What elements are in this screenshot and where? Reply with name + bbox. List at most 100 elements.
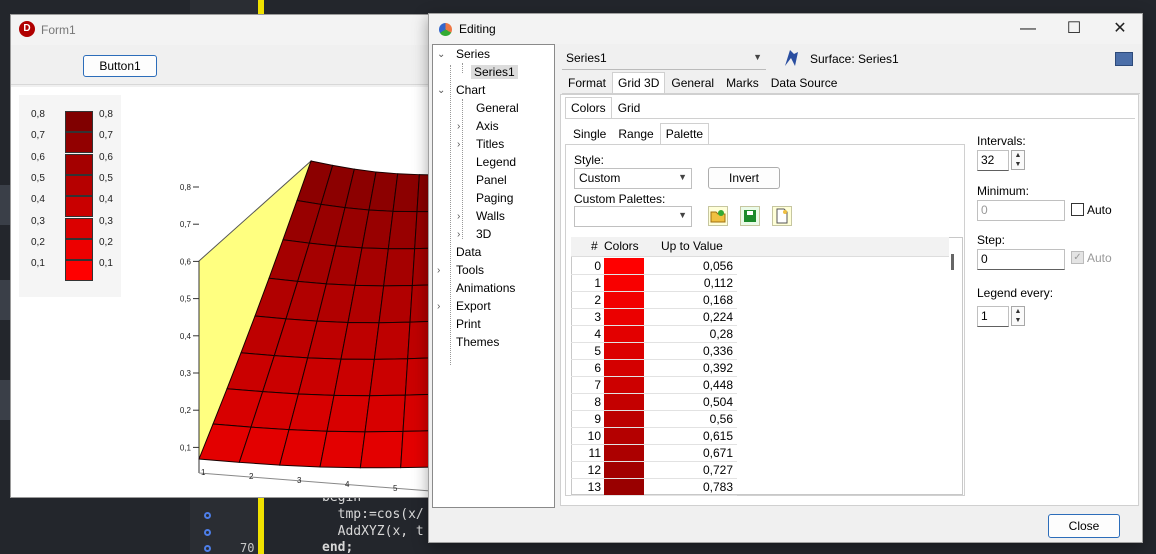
tree-item-general[interactable]: General (473, 101, 522, 115)
palette-row-color[interactable] (604, 411, 644, 427)
palette-row-color[interactable] (604, 258, 644, 274)
code-line[interactable]: AddXYZ(x, t (322, 524, 424, 539)
subtab-colors[interactable]: Colors (565, 97, 612, 118)
tree-item-panel[interactable]: Panel (473, 173, 510, 187)
palette-row[interactable]: 13 0,783 (571, 479, 737, 496)
close-button[interactable]: Close (1048, 514, 1120, 538)
tree-item-export[interactable]: Export (453, 299, 494, 313)
tree-expander-icon[interactable]: › (457, 121, 460, 132)
maximize-button[interactable]: ☐ (1051, 16, 1097, 42)
tree-expander-icon[interactable]: ⌄ (437, 49, 445, 60)
palette-row-color[interactable] (604, 394, 644, 410)
palette-row-color[interactable] (604, 292, 644, 308)
palette-row-value[interactable]: 0,392 (647, 361, 733, 375)
tree-item-3d[interactable]: 3D (473, 227, 494, 241)
palette-row-color[interactable] (604, 360, 644, 376)
palette-row-color[interactable] (604, 377, 644, 393)
tree-item-animations[interactable]: Animations (453, 281, 518, 295)
palette-row[interactable]: 9 0,56 (571, 411, 737, 428)
palette-row-color[interactable] (604, 462, 644, 478)
tree-item-walls[interactable]: Walls (473, 209, 508, 223)
invert-button[interactable]: Invert (708, 167, 780, 189)
palette-row[interactable]: 1 0,112 (571, 275, 737, 292)
palette-row-value[interactable]: 0,727 (647, 463, 733, 477)
palette-row-value[interactable]: 0,336 (647, 344, 733, 358)
palette-row[interactable]: 2 0,168 (571, 292, 737, 309)
palette-row-value[interactable]: 0,224 (647, 310, 733, 324)
palette-row[interactable]: 0 0,056 (571, 258, 737, 275)
palette-row-value[interactable]: 0,168 (647, 293, 733, 307)
code-line[interactable]: end; (322, 540, 353, 554)
code-line[interactable]: tmp:=cos(x/ (322, 507, 424, 522)
tree-item-data[interactable]: Data (453, 245, 484, 259)
grid-scrollbar[interactable] (949, 238, 962, 494)
legend-every-input[interactable]: 1 (977, 306, 1009, 327)
tree-item-titles[interactable]: Titles (473, 137, 507, 151)
minimum-input[interactable]: 0 (977, 200, 1065, 221)
subtab-grid[interactable]: Grid (612, 97, 647, 118)
palette-row-value[interactable]: 0,056 (647, 259, 733, 273)
palette-row-color[interactable] (604, 445, 644, 461)
series-color-button[interactable] (1115, 52, 1133, 66)
tree-item-themes[interactable]: Themes (453, 335, 502, 349)
style-combo[interactable]: Custom ▼ (574, 168, 692, 189)
tab-format[interactable]: Format (562, 72, 612, 93)
palette-row[interactable]: 7 0,448 (571, 377, 737, 394)
palette-row[interactable]: 3 0,224 (571, 309, 737, 326)
dialog-titlebar[interactable]: Editing — ☐ ✕ (429, 14, 1142, 44)
palette-row-color[interactable] (604, 309, 644, 325)
intervals-spinner[interactable]: ▲ ▼ (1011, 150, 1025, 170)
minimize-button[interactable]: — (1005, 16, 1051, 42)
palette-row-value[interactable]: 0,783 (647, 480, 733, 494)
palette-row-value[interactable]: 0,56 (647, 412, 733, 426)
palette-row[interactable]: 5 0,336 (571, 343, 737, 360)
palette-row[interactable]: 11 0,671 (571, 445, 737, 462)
breakpoint-dot[interactable] (204, 512, 211, 519)
custom-palettes-combo[interactable]: ▼ (574, 206, 692, 227)
palette-row[interactable]: 10 0,615 (571, 428, 737, 445)
colortab-range[interactable]: Range (612, 123, 659, 144)
colortab-palette[interactable]: Palette (659, 123, 710, 144)
palette-row[interactable]: 4 0,28 (571, 326, 737, 343)
tree-item-print[interactable]: Print (453, 317, 484, 331)
breakpoint-dot[interactable] (204, 529, 211, 536)
tree-item-legend[interactable]: Legend (473, 155, 519, 169)
button1[interactable]: Button1 (83, 55, 157, 77)
tree-expander-icon[interactable]: › (437, 265, 440, 276)
palette-row-value[interactable]: 0,671 (647, 446, 733, 460)
tree-item-paging[interactable]: Paging (473, 191, 516, 205)
tree-expander-icon[interactable]: ⌄ (437, 85, 445, 96)
palette-row[interactable]: 8 0,504 (571, 394, 737, 411)
palette-row-color[interactable] (604, 343, 644, 359)
colortab-single[interactable]: Single (567, 123, 612, 144)
palette-row[interactable]: 6 0,392 (571, 360, 737, 377)
intervals-input[interactable]: 32 (977, 150, 1009, 171)
palette-row[interactable]: 12 0,727 (571, 462, 737, 479)
palette-row-value[interactable]: 0,112 (647, 276, 733, 290)
tree-item-series[interactable]: Series (453, 47, 493, 61)
editor-tree[interactable]: Series ⌄ Series1 Chart ⌄ General Axis › Titles › L… (432, 44, 555, 508)
save-icon[interactable] (740, 206, 760, 226)
step-auto-checkbox[interactable]: ✓ (1071, 251, 1084, 264)
tree-item-chart[interactable]: Chart (453, 83, 488, 97)
form1-titlebar[interactable]: D Form1 (11, 15, 431, 45)
tree-expander-icon[interactable]: › (457, 229, 460, 240)
breakpoint-dot[interactable] (204, 545, 211, 552)
tree-expander-icon[interactable]: › (457, 139, 460, 150)
tree-item-series1[interactable]: Series1 (471, 65, 518, 79)
palette-row-color[interactable] (604, 428, 644, 444)
tab-marks[interactable]: Marks (720, 72, 765, 93)
palette-row-value[interactable]: 0,28 (647, 327, 733, 341)
tab-grid-3d[interactable]: Grid 3D (612, 72, 666, 93)
tree-item-axis[interactable]: Axis (473, 119, 502, 133)
minimum-auto-checkbox[interactable] (1071, 203, 1084, 216)
new-document-icon[interactable] (772, 206, 792, 226)
palette-row-color[interactable] (604, 275, 644, 291)
series-selector[interactable]: Series1 ▼ (562, 49, 766, 70)
open-folder-icon[interactable] (708, 206, 728, 226)
tree-item-tools[interactable]: Tools (453, 263, 487, 277)
palette-row-value[interactable]: 0,504 (647, 395, 733, 409)
palette-row-value[interactable]: 0,615 (647, 429, 733, 443)
step-input[interactable]: 0 (977, 249, 1065, 270)
tree-expander-icon[interactable]: › (437, 301, 440, 312)
